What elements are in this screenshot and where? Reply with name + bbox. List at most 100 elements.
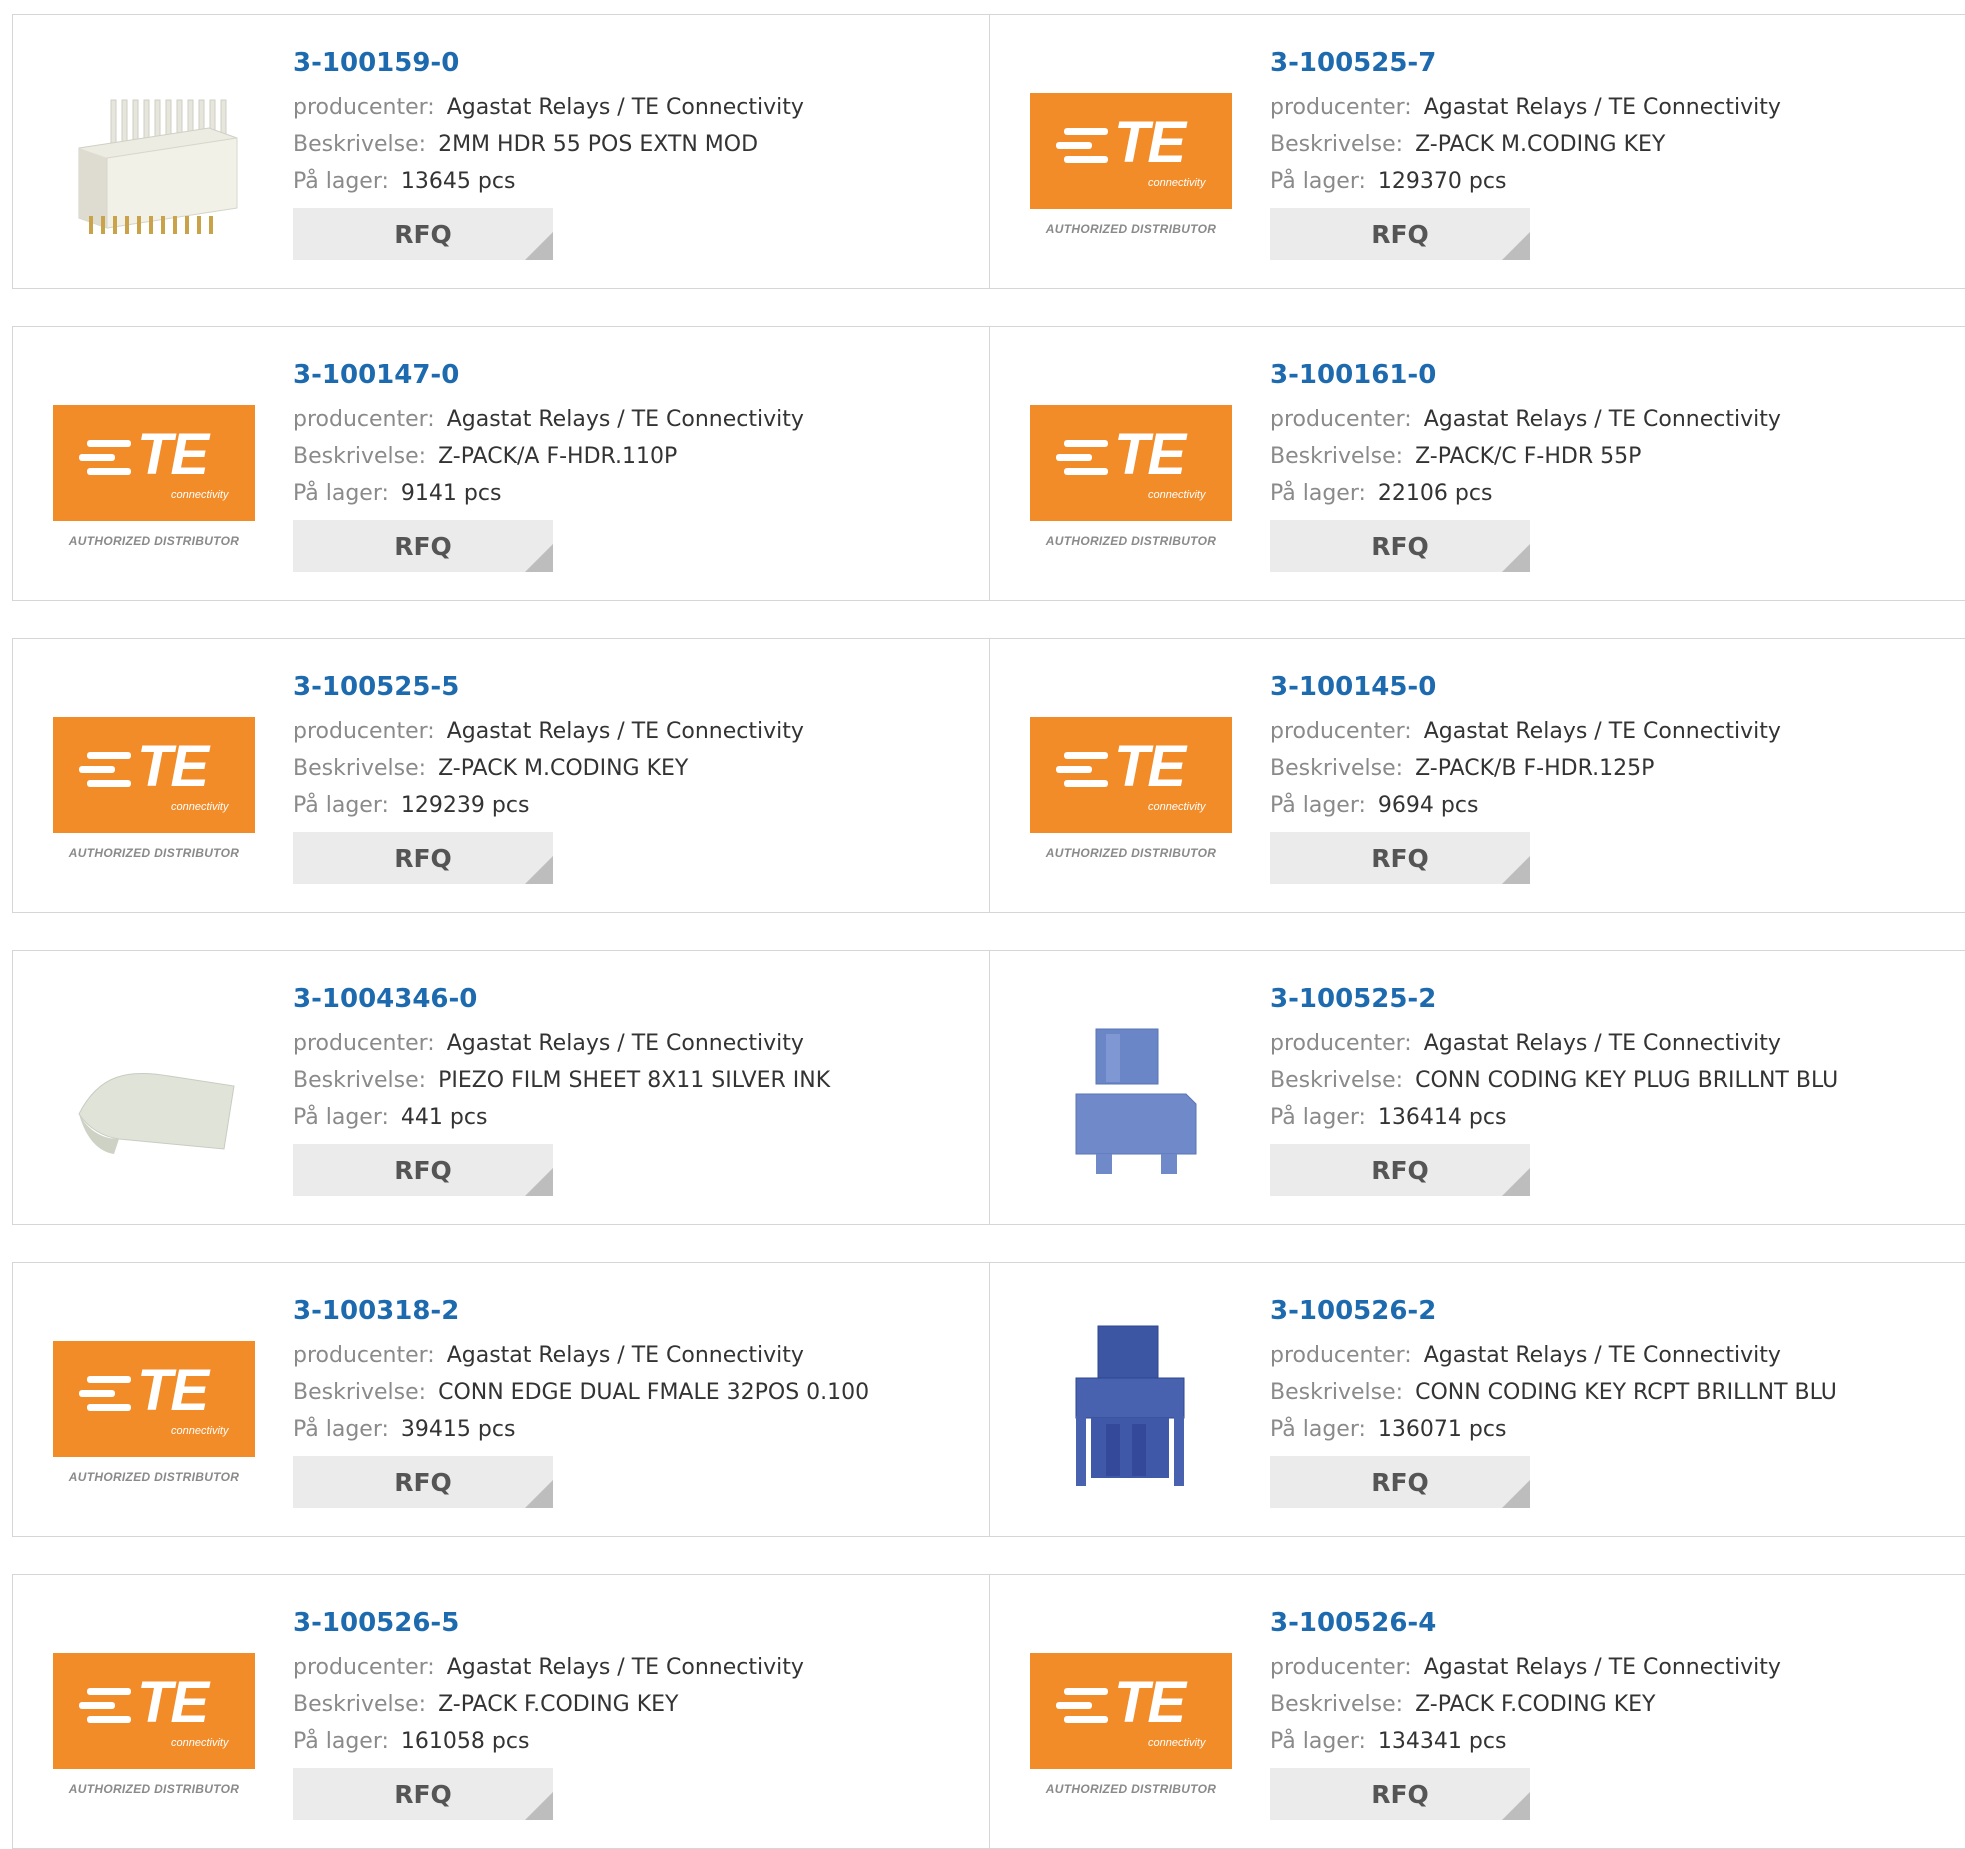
product-thumbnail[interactable]: TE connectivity AUTHORIZED DISTRIBUTOR [53,1313,255,1519]
rfq-label: RFQ [1371,531,1429,561]
product-thumbnail[interactable] [53,65,255,271]
stock-label: På lager: [1270,481,1366,506]
part-number-link[interactable]: 3-100525-2 [1270,981,1838,1017]
rfq-button[interactable]: RFQ [293,1144,553,1196]
product-thumbnail[interactable] [53,1001,255,1207]
part-number-link[interactable]: 3-100525-7 [1270,45,1781,81]
product-thumbnail[interactable]: TE connectivity AUTHORIZED DISTRIBUTOR [53,1625,255,1831]
stock-label: På lager: [293,1105,389,1130]
rfq-button[interactable]: RFQ [293,832,553,884]
product-thumbnail[interactable]: TE connectivity AUTHORIZED DISTRIBUTOR [53,377,255,583]
te-logo-box: TE connectivity [1030,93,1232,209]
stock-row: På lager: 129239 pcs [293,787,804,824]
te-logo: TE connectivity AUTHORIZED DISTRIBUTOR [53,1341,255,1491]
product-info: 3-100526-4 producenter: Agastat Relays / … [1270,1605,1781,1820]
stock-label: På lager: [293,1417,389,1442]
te-logo-box: TE connectivity [1030,717,1232,833]
product-thumbnail[interactable]: TE connectivity AUTHORIZED DISTRIBUTOR [1030,377,1232,583]
te-logo-word: TE [137,1670,209,1735]
product-thumbnail[interactable]: TE connectivity AUTHORIZED DISTRIBUTOR [1030,1625,1232,1831]
product-info: 3-1004346-0 producenter: Agastat Relays /… [293,981,830,1196]
stock-label: På lager: [293,1729,389,1754]
rfq-button[interactable]: RFQ [293,208,553,260]
te-lines-icon [79,1688,131,1730]
description-row: Beskrivelse: Z-PACK/A F-HDR.110P [293,438,804,475]
te-logo-sub: connectivity [1148,177,1206,189]
manufacturer-label: producenter: [1270,719,1412,744]
film-sheet-photo [78,1072,235,1154]
description-label: Beskrivelse: [1270,1692,1404,1717]
rfq-button[interactable]: RFQ [293,520,553,572]
product-card: 3-100525-2 producenter: Agastat Relays / … [990,950,1965,1225]
stock-row: På lager: 441 pcs [293,1099,830,1136]
te-logo-sub: connectivity [1148,801,1206,813]
stock-value: 134341 pcs [1377,1729,1507,1754]
description-row: Beskrivelse: Z-PACK F.CODING KEY [1270,1686,1781,1723]
description-row: Beskrivelse: 2MM HDR 55 POS EXTN MOD [293,126,804,163]
product-card: TE connectivity AUTHORIZED DISTRIBUTOR 3… [12,326,990,601]
stock-row: På lager: 9694 pcs [1270,787,1781,824]
description-value: CONN EDGE DUAL FMALE 32POS 0.100 [438,1380,870,1405]
rfq-button[interactable]: RFQ [1270,1456,1530,1508]
te-logo-sub: connectivity [171,1737,229,1749]
rfq-button[interactable]: RFQ [1270,832,1530,884]
product-info: 3-100525-2 producenter: Agastat Relays / … [1270,981,1838,1196]
description-label: Beskrivelse: [1270,444,1404,469]
product-card: TE connectivity AUTHORIZED DISTRIBUTOR 3… [990,1574,1965,1849]
te-logo-sub: connectivity [171,489,229,501]
rfq-button[interactable]: RFQ [1270,208,1530,260]
manufacturer-row: producenter: Agastat Relays / TE Connecti… [1270,1337,1837,1374]
te-logo-box: TE connectivity [1030,1653,1232,1769]
description-value: Z-PACK/C F-HDR 55P [1415,444,1642,469]
part-number-link[interactable]: 3-100526-4 [1270,1605,1781,1641]
stock-row: På lager: 161058 pcs [293,1723,804,1760]
manufacturer-row: producenter: Agastat Relays / TE Connecti… [293,1649,804,1686]
product-card: TE connectivity AUTHORIZED DISTRIBUTOR 3… [12,1574,990,1849]
manufacturer-value: Agastat Relays / TE Connectivity [446,1655,804,1680]
rfq-button[interactable]: RFQ [1270,520,1530,572]
stock-label: På lager: [293,481,389,506]
part-number-link[interactable]: 3-100318-2 [293,1293,869,1329]
product-thumbnail[interactable] [1030,1001,1232,1207]
product-info: 3-100159-0 producenter: Agastat Relays / … [293,45,804,260]
part-number-link[interactable]: 3-100526-5 [293,1605,804,1641]
rfq-button[interactable]: RFQ [1270,1768,1530,1820]
rfq-button[interactable]: RFQ [293,1456,553,1508]
part-number-link[interactable]: 3-100145-0 [1270,669,1781,705]
product-card: 3-100526-2 producenter: Agastat Relays / … [990,1262,1965,1537]
product-thumbnail[interactable]: TE connectivity AUTHORIZED DISTRIBUTOR [1030,689,1232,895]
te-logo: TE connectivity AUTHORIZED DISTRIBUTOR [1030,405,1232,555]
description-value: PIEZO FILM SHEET 8X11 SILVER INK [438,1068,831,1093]
part-number-link[interactable]: 3-100526-2 [1270,1293,1837,1329]
rfq-button[interactable]: RFQ [293,1768,553,1820]
part-number-link[interactable]: 3-1004346-0 [293,981,830,1017]
description-value: Z-PACK M.CODING KEY [1415,132,1666,157]
te-logo: TE connectivity AUTHORIZED DISTRIBUTOR [53,405,255,555]
stock-row: På lager: 22106 pcs [1270,475,1781,512]
part-number-link[interactable]: 3-100147-0 [293,357,804,393]
rfq-button[interactable]: RFQ [1270,1144,1530,1196]
product-thumbnail[interactable] [1030,1313,1232,1519]
manufacturer-value: Agastat Relays / TE Connectivity [446,407,804,432]
manufacturer-row: producenter: Agastat Relays / TE Connecti… [1270,89,1781,126]
description-label: Beskrivelse: [293,1380,427,1405]
product-info: 3-100525-7 producenter: Agastat Relays / … [1270,45,1781,260]
te-logo: TE connectivity AUTHORIZED DISTRIBUTOR [1030,717,1232,867]
part-number-link[interactable]: 3-100525-5 [293,669,804,705]
part-number-link[interactable]: 3-100159-0 [293,45,804,81]
corner-triangle-icon [1502,544,1530,572]
product-thumbnail[interactable]: TE connectivity AUTHORIZED DISTRIBUTOR [53,689,255,895]
description-value: Z-PACK F.CODING KEY [1415,1692,1656,1717]
product-info: 3-100526-5 producenter: Agastat Relays / … [293,1605,804,1820]
product-card: 3-1004346-0 producenter: Agastat Relays /… [12,950,990,1225]
coding-key-plug-photo [1075,1028,1197,1174]
te-logo-box: TE connectivity [53,1653,255,1769]
product-thumbnail[interactable]: TE connectivity AUTHORIZED DISTRIBUTOR [1030,65,1232,271]
product-info: 3-100526-2 producenter: Agastat Relays / … [1270,1293,1837,1508]
manufacturer-row: producenter: Agastat Relays / TE Connecti… [293,89,804,126]
description-row: Beskrivelse: Z-PACK M.CODING KEY [1270,126,1781,163]
stock-value: 161058 pcs [400,1729,530,1754]
manufacturer-row: producenter: Agastat Relays / TE Connecti… [1270,1025,1838,1062]
corner-triangle-icon [525,232,553,260]
part-number-link[interactable]: 3-100161-0 [1270,357,1781,393]
